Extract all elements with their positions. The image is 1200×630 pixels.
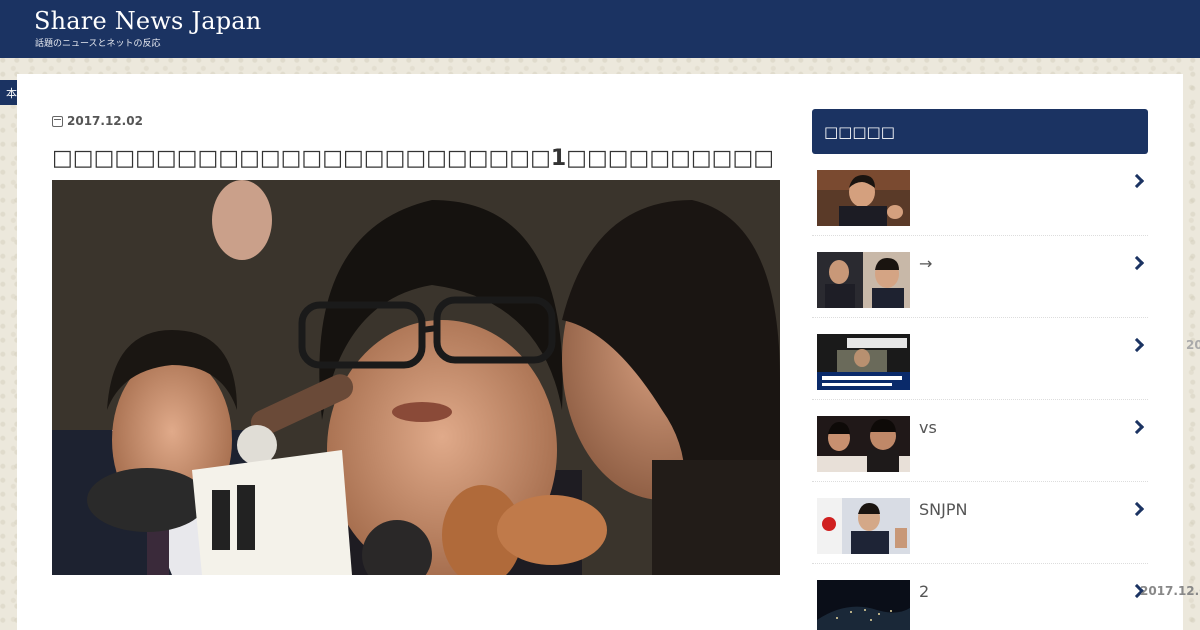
sidebar-item-text[interactable]: 2 <box>919 582 929 601</box>
hero-image <box>52 180 780 575</box>
sidebar-item[interactable] <box>812 154 1148 236</box>
sidebar-list: → vs SNJPN 2 <box>812 154 1148 630</box>
sidebar-thumbnail[interactable] <box>817 170 910 226</box>
site-header: Share News Japan 話題のニュースとネットの反応 <box>0 0 1200 58</box>
post-title: □□□□□□□□□□□□□□□□□□□□□□□□1□□□□□□□□□□□□□□□… <box>52 146 772 171</box>
sidebar-item[interactable]: 2 <box>812 564 1148 630</box>
sidebar-thumbnail[interactable] <box>817 416 910 472</box>
chevron-right-icon[interactable] <box>1129 501 1145 517</box>
chevron-right-icon[interactable] <box>1129 173 1145 189</box>
post-date-text: 2017.12.02 <box>67 114 143 128</box>
sidebar-thumbnail[interactable] <box>817 334 910 390</box>
site-title[interactable]: Share News Japan <box>34 7 261 35</box>
sidebar-item-text[interactable]: → <box>919 254 932 273</box>
sidebar-thumbnail[interactable] <box>817 498 910 554</box>
sidebar-heading: □□□□□ <box>812 109 1148 154</box>
calendar-icon <box>52 115 63 127</box>
sidebar-item[interactable]: → <box>812 236 1148 318</box>
sidebar-item[interactable]: vs <box>812 400 1148 482</box>
edge-date-fragment: 2017.12.0 <box>1140 584 1200 598</box>
sidebar-thumbnail[interactable] <box>817 580 910 630</box>
sidebar-item-text[interactable]: SNJPN <box>919 500 967 519</box>
sidebar-item[interactable] <box>812 318 1148 400</box>
site-tagline: 話題のニュースとネットの反応 <box>35 39 161 49</box>
chevron-right-icon[interactable] <box>1129 255 1145 271</box>
chevron-right-icon[interactable] <box>1129 337 1145 353</box>
post-date: 2017.12.02 <box>52 114 143 128</box>
sidebar-item[interactable]: SNJPN <box>812 482 1148 564</box>
sidebar-thumbnail[interactable] <box>817 252 910 308</box>
edge-number-fragment: 20 <box>1186 338 1200 352</box>
chevron-right-icon[interactable] <box>1129 419 1145 435</box>
sidebar-item-text[interactable]: vs <box>919 418 937 437</box>
